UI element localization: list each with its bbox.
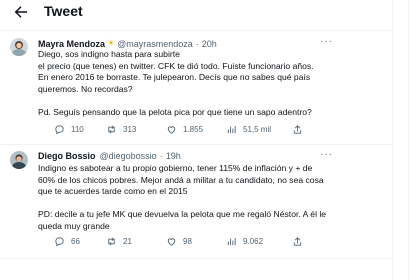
retweet-icon xyxy=(108,125,115,134)
like-button[interactable]: 98 xyxy=(166,236,192,247)
tweet-text: Indigno es sabotear a tu propio gobierno… xyxy=(38,163,368,233)
reply-count: 66 xyxy=(71,237,80,246)
text-line: Diego, sos indigno hasta para subirte xyxy=(38,49,180,59)
divider xyxy=(0,30,392,31)
tweet-actions: 66 21 98 9.062 xyxy=(54,236,354,250)
views-button[interactable]: 9.062 xyxy=(226,236,263,247)
text-line: queda muy grande xyxy=(38,220,110,231)
top-bar: Tweet xyxy=(0,0,420,24)
more-options-icon[interactable]: ··· xyxy=(320,149,333,160)
retweet-count: 313 xyxy=(123,125,137,134)
tweet-header: Mayra Mendoza ☀ @mayrasmendoza · 20h xyxy=(38,38,217,49)
views-button[interactable]: 51,5 mil xyxy=(226,124,271,135)
avatar[interactable] xyxy=(10,38,28,56)
text-line: Pd. Seguís pensando que la pelota pica p… xyxy=(38,106,312,117)
views-count: 9.062 xyxy=(243,237,264,246)
back-arrow-icon[interactable] xyxy=(12,3,30,21)
author-name[interactable]: Mayra Mendoza xyxy=(38,39,105,49)
avatar[interactable] xyxy=(10,151,28,169)
timestamp[interactable]: 19h xyxy=(166,151,181,161)
scrollbar[interactable] xyxy=(408,0,409,280)
tweet-header: Diego Bossio @diegobossio · 19h xyxy=(38,151,181,161)
separator: · xyxy=(159,151,163,161)
like-button[interactable]: 1.855 xyxy=(166,124,203,135)
reply-icon xyxy=(55,125,64,135)
more-options-icon[interactable]: ··· xyxy=(320,36,333,47)
text-line: que te acuerdes tarde como en el 2015 xyxy=(38,186,188,197)
share-button[interactable] xyxy=(292,124,309,135)
text-line: queremos. No recordas? xyxy=(38,83,133,94)
page-title: Tweet xyxy=(44,3,83,19)
text-line: 60% de los chicos pobres. Mejor andá a m… xyxy=(38,174,324,185)
reply-count: 110 xyxy=(71,125,84,134)
text-line: En enero 2016 te borraste. Te julepearon… xyxy=(38,72,311,83)
retweet-count: 21 xyxy=(123,237,132,246)
tweet-text: Diego, sos indigno hasta para subirte el… xyxy=(38,49,368,119)
share-icon xyxy=(293,125,302,134)
reply-icon xyxy=(55,237,64,247)
author-handle[interactable]: @diegobossio xyxy=(100,151,157,161)
heart-icon xyxy=(167,126,176,134)
column-border xyxy=(392,0,393,280)
retweet-button[interactable]: 313 xyxy=(106,124,136,135)
share-icon xyxy=(293,237,302,246)
like-count: 1.855 xyxy=(183,125,204,134)
divider xyxy=(0,258,392,259)
timestamp[interactable]: 20h xyxy=(202,39,217,49)
author-handle[interactable]: @mayrasmendoza xyxy=(117,39,193,49)
tweet-actions: 110 313 1.855 51,5 mil xyxy=(54,124,354,138)
text-line: el precio (que tenes) en twitter. CFK te… xyxy=(38,60,314,71)
text-line: PD: decile a tu jefe MK que devuelva la … xyxy=(38,209,327,220)
like-count: 98 xyxy=(183,237,192,246)
divider xyxy=(0,144,392,145)
separator: · xyxy=(195,38,199,49)
heart-icon xyxy=(167,238,176,246)
views-icon xyxy=(227,237,236,246)
retweet-icon xyxy=(108,237,115,246)
reply-button[interactable]: 66 xyxy=(54,236,80,247)
retweet-button[interactable]: 21 xyxy=(106,236,132,247)
views-count: 51,5 mil xyxy=(243,125,272,134)
sun-icon: ☀ xyxy=(107,38,116,48)
text-line: Indigno es sabotear a tu propio gobierno… xyxy=(38,163,313,173)
views-icon xyxy=(227,125,236,134)
share-button[interactable] xyxy=(292,236,309,247)
reply-button[interactable]: 110 xyxy=(54,124,84,135)
author-name[interactable]: Diego Bossio xyxy=(38,151,96,161)
